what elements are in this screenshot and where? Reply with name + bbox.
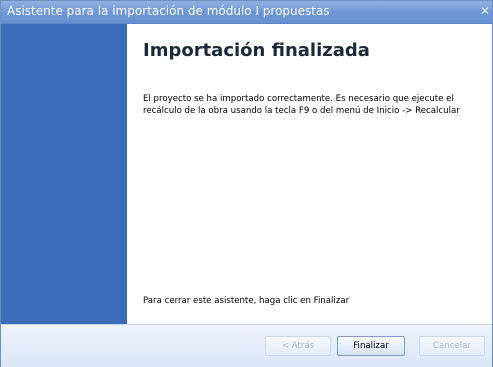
wizard-window: Asistente para la importación de módulo … [0,0,493,367]
wizard-sidebar [1,24,127,324]
close-icon[interactable]: ✕ [477,3,493,19]
back-button[interactable]: < Atrás [265,336,331,356]
window-title: Asistente para la importación de módulo … [7,4,330,18]
finish-button[interactable]: Finalizar [337,336,405,356]
wizard-content: Importación finalizada El proyecto se ha… [127,24,492,324]
close-instruction: Para cerrar este asistente, haga clic en… [143,296,350,306]
page-title: Importación finalizada [143,40,370,61]
cancel-button[interactable]: Cancelar [419,336,485,356]
button-bar: < Atrás Finalizar Cancelar [1,324,492,367]
status-message: El proyecto se ha importado correctament… [143,94,460,116]
title-bar[interactable]: Asistente para la importación de módulo … [1,1,492,24]
